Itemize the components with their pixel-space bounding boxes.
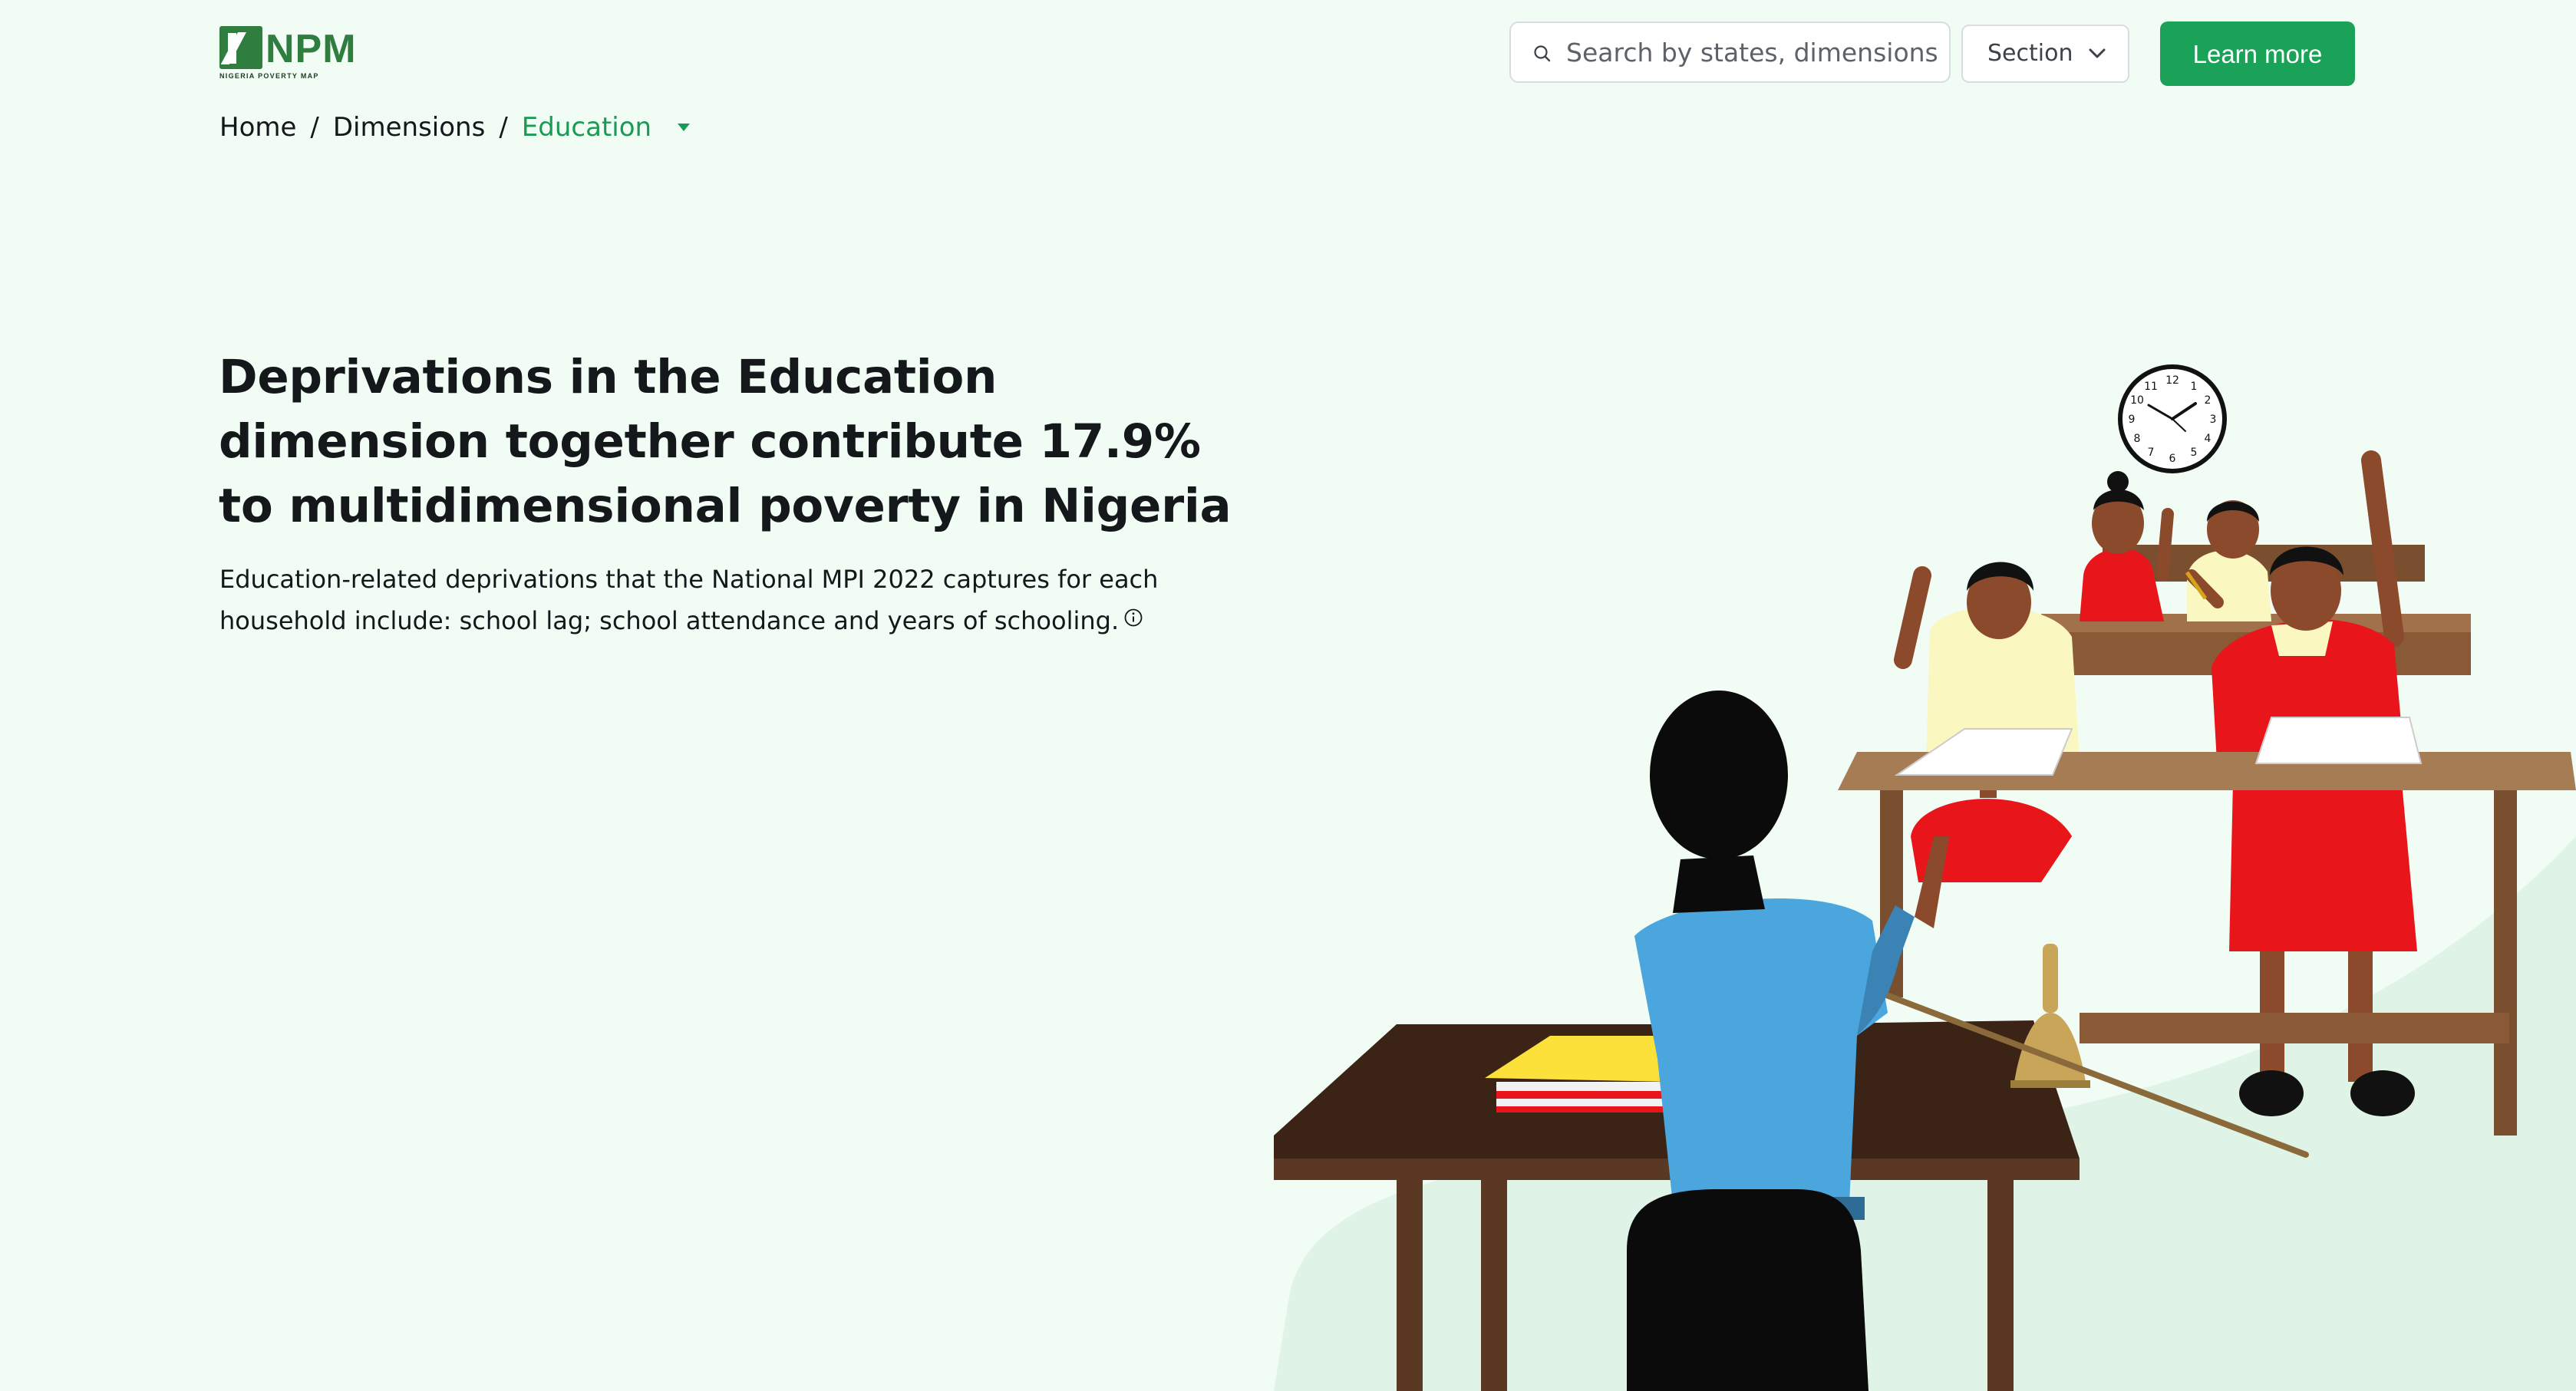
- clock-number: 7: [2148, 447, 2155, 459]
- clock-number: 10: [2130, 394, 2144, 407]
- logo-letters: NPM: [266, 27, 357, 71]
- logo-tagline: NIGERIA POVERTY MAP: [219, 72, 319, 80]
- wall-clock-icon: 12 1 2 3 4 5 6 7 8 9 10 11: [2118, 364, 2227, 473]
- clock-number: 1: [2191, 381, 2198, 393]
- learn-more-button[interactable]: Learn more: [2160, 21, 2355, 86]
- search-box[interactable]: [1509, 21, 1951, 83]
- npm-logo[interactable]: NPM NIGERIA POVERTY MAP: [219, 26, 356, 81]
- clock-number: 6: [2169, 453, 2176, 465]
- clock-number: 12: [2165, 374, 2179, 387]
- page-description-text: Education-related deprivations that the …: [219, 565, 1159, 635]
- clock-number: 3: [2210, 414, 2217, 426]
- classroom-illustration: 12 1 2 3 4 5 6 7 8 9 10 11: [1274, 364, 2576, 1391]
- breadcrumb: Home / Dimensions / Education: [219, 109, 691, 146]
- page-description: Education-related deprivations that the …: [219, 559, 1248, 641]
- student-front-left: [1894, 562, 2080, 882]
- breadcrumb-separator: /: [499, 112, 508, 143]
- clock-number: 8: [2134, 433, 2141, 445]
- chevron-down-icon: [2089, 48, 2106, 58]
- clock-number: 5: [2191, 447, 2198, 459]
- page-title: Deprivations in the Education dimension …: [219, 350, 1232, 533]
- breadcrumb-current-education[interactable]: Education: [522, 112, 651, 143]
- section-dropdown[interactable]: Section: [1961, 25, 2129, 83]
- site-header: NPM NIGERIA POVERTY MAP Section Learn mo…: [0, 0, 2576, 100]
- caret-down-icon[interactable]: [676, 123, 691, 132]
- section-dropdown-label: Section: [1987, 40, 2073, 67]
- search-input[interactable]: [1566, 29, 1942, 75]
- breadcrumb-separator: /: [310, 112, 319, 143]
- teacher-chair: [1627, 1189, 1869, 1391]
- breadcrumb-home-link[interactable]: Home: [219, 112, 296, 143]
- info-icon[interactable]: [1123, 608, 1143, 628]
- search-icon: [1534, 45, 1551, 62]
- breadcrumb-dimensions-link[interactable]: Dimensions: [333, 112, 485, 143]
- clock-number: 9: [2129, 414, 2136, 426]
- clock-number: 2: [2205, 394, 2212, 407]
- clock-number: 11: [2144, 381, 2158, 393]
- clock-number: 4: [2205, 433, 2212, 445]
- logo-n-mark: [219, 26, 262, 69]
